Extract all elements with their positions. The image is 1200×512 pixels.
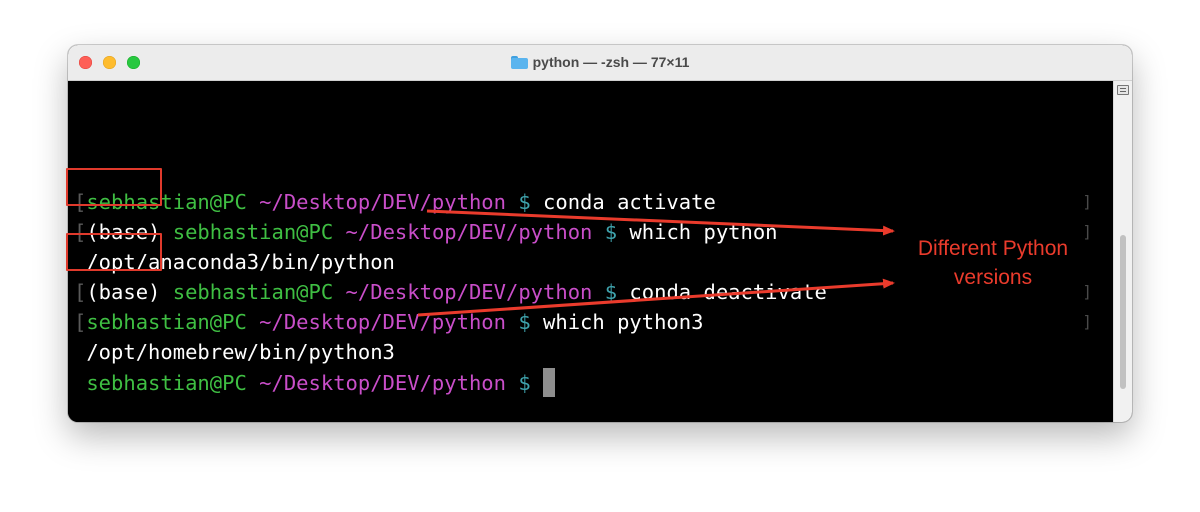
scrollbar-menu-icon[interactable] (1117, 85, 1129, 95)
window-title-text: python — -zsh — 77×11 (532, 54, 690, 70)
terminal-line-6: /opt/homebrew/bin/python3 (74, 337, 395, 367)
terminal-line-4: [(base) sebhastian@PC ~/Desktop/DEV/pyth… (74, 277, 827, 307)
right-line-marker: ] (1082, 192, 1092, 211)
conda-env-label: (base) (86, 280, 161, 304)
terminal-line-7: sebhastian@PC ~/Desktop/DEV/python $ (74, 368, 556, 398)
scrollbar[interactable] (1113, 81, 1132, 422)
prompt-symbol: $ (518, 371, 531, 395)
annotation-label: Different Python versions (895, 234, 1091, 292)
prompt-path: ~/Desktop/DEV/python (345, 280, 593, 304)
terminal-line-1: [sebhastian@PC ~/Desktop/DEV/python $ co… (74, 187, 716, 217)
prompt-user: sebhastian@PC (86, 371, 247, 395)
prompt-path: ~/Desktop/DEV/python (345, 220, 593, 244)
folder-icon (510, 56, 528, 69)
command-text: which python (629, 220, 778, 244)
prompt-user: sebhastian@PC (172, 280, 334, 304)
annotation-line-1: Different Python (917, 237, 1069, 260)
base-highlight-box (66, 233, 162, 271)
prompt-symbol: $ (518, 190, 531, 214)
prompt-user: sebhastian@PC (86, 310, 247, 334)
window-title: python — -zsh — 77×11 (68, 54, 1132, 70)
annotation-line-2: versions (953, 266, 1033, 289)
title-bar[interactable]: python — -zsh — 77×11 (68, 45, 1132, 81)
prompt-symbol: $ (604, 280, 618, 304)
terminal-line-2: [(base) sebhastian@PC ~/Desktop/DEV/pyth… (74, 217, 778, 247)
text-cursor (543, 368, 556, 397)
line-marker: [ (74, 280, 87, 304)
prompt-user: sebhastian@PC (172, 220, 334, 244)
line-marker: [ (74, 310, 87, 334)
prompt-path: ~/Desktop/DEV/python (259, 190, 506, 214)
command-text: conda activate (543, 190, 716, 214)
prompt-path: ~/Desktop/DEV/python (259, 371, 506, 395)
base-highlight-box (66, 168, 162, 206)
right-line-marker: ] (1082, 312, 1092, 331)
prompt-symbol: $ (518, 310, 531, 334)
command-text: which python3 (543, 310, 704, 334)
scrollbar-thumb[interactable] (1120, 235, 1126, 389)
command-text: conda deactivate (629, 280, 827, 304)
prompt-path: ~/Desktop/DEV/python (259, 310, 506, 334)
output-text: /opt/homebrew/bin/python3 (86, 340, 395, 364)
terminal-line-5: [sebhastian@PC ~/Desktop/DEV/python $ wh… (74, 307, 703, 337)
prompt-symbol: $ (604, 220, 618, 244)
